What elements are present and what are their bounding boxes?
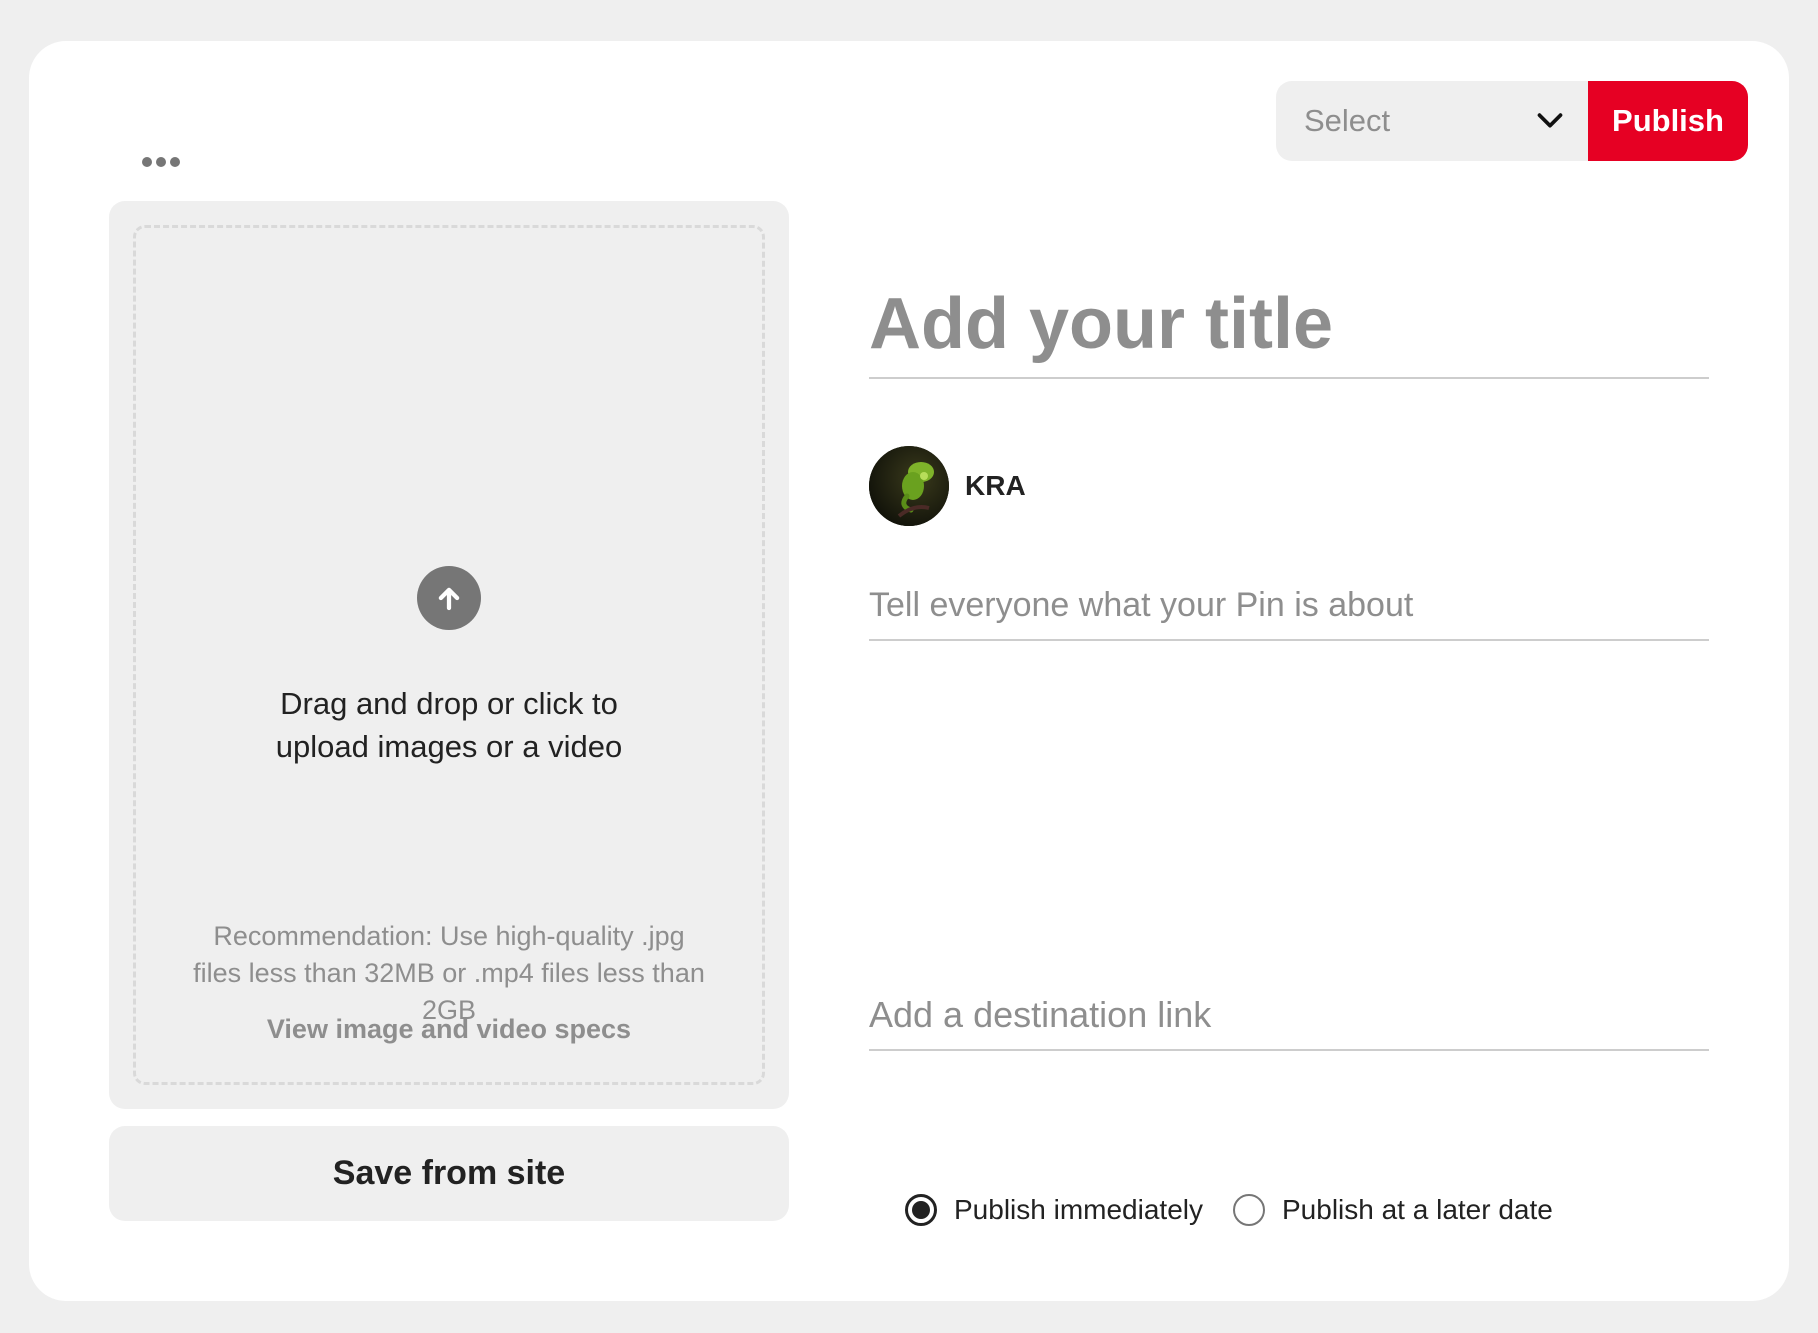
destination-link-input[interactable]: [869, 981, 1709, 1049]
upload-dropzone[interactable]: Drag and drop or click to upload images …: [133, 225, 765, 1085]
arrow-up-circle-icon: [417, 566, 481, 630]
user-row: KRA: [869, 446, 1026, 526]
more-horizontal-icon: [142, 157, 152, 167]
view-specs-link[interactable]: View image and video specs: [136, 1014, 762, 1045]
publish-button[interactable]: Publish: [1588, 81, 1748, 161]
description-input[interactable]: [869, 571, 1709, 639]
more-horizontal-icon: [156, 157, 166, 167]
publish-immediately-label: Publish immediately: [954, 1194, 1203, 1225]
publish-options: Publish immediately Publish at a later d…: [905, 1194, 1553, 1226]
title-input[interactable]: [869, 271, 1709, 377]
pin-builder-card: Select Publish Drag and drop or click to…: [29, 41, 1789, 1301]
upload-instructions: Drag and drop or click to upload images …: [275, 686, 623, 764]
more-options-button[interactable]: [133, 145, 189, 179]
avatar-image: [869, 446, 949, 526]
username: KRA: [965, 470, 1026, 501]
publish-immediately-option[interactable]: Publish immediately: [905, 1194, 1203, 1226]
radio-checked[interactable]: [905, 1194, 937, 1226]
save-from-site-button[interactable]: Save from site: [109, 1126, 789, 1221]
board-select-value: Select: [1304, 103, 1391, 138]
link-field-wrapper: [869, 981, 1709, 1051]
title-field-wrapper: [869, 271, 1709, 379]
upload-recommendation: Recommendation: Use high-quality .jpg fi…: [193, 921, 705, 1025]
description-field-wrapper: [869, 571, 1709, 641]
publish-later-label: Publish at a later date: [1282, 1194, 1553, 1225]
avatar[interactable]: [869, 446, 949, 526]
radio-unchecked[interactable]: [1233, 1194, 1265, 1226]
more-horizontal-icon: [170, 157, 180, 167]
upload-area: Drag and drop or click to upload images …: [109, 201, 789, 1109]
chevron-down-icon: [1537, 113, 1563, 128]
board-select-dropdown[interactable]: Select: [1276, 81, 1588, 161]
publish-later-option[interactable]: Publish at a later date: [1233, 1194, 1553, 1226]
